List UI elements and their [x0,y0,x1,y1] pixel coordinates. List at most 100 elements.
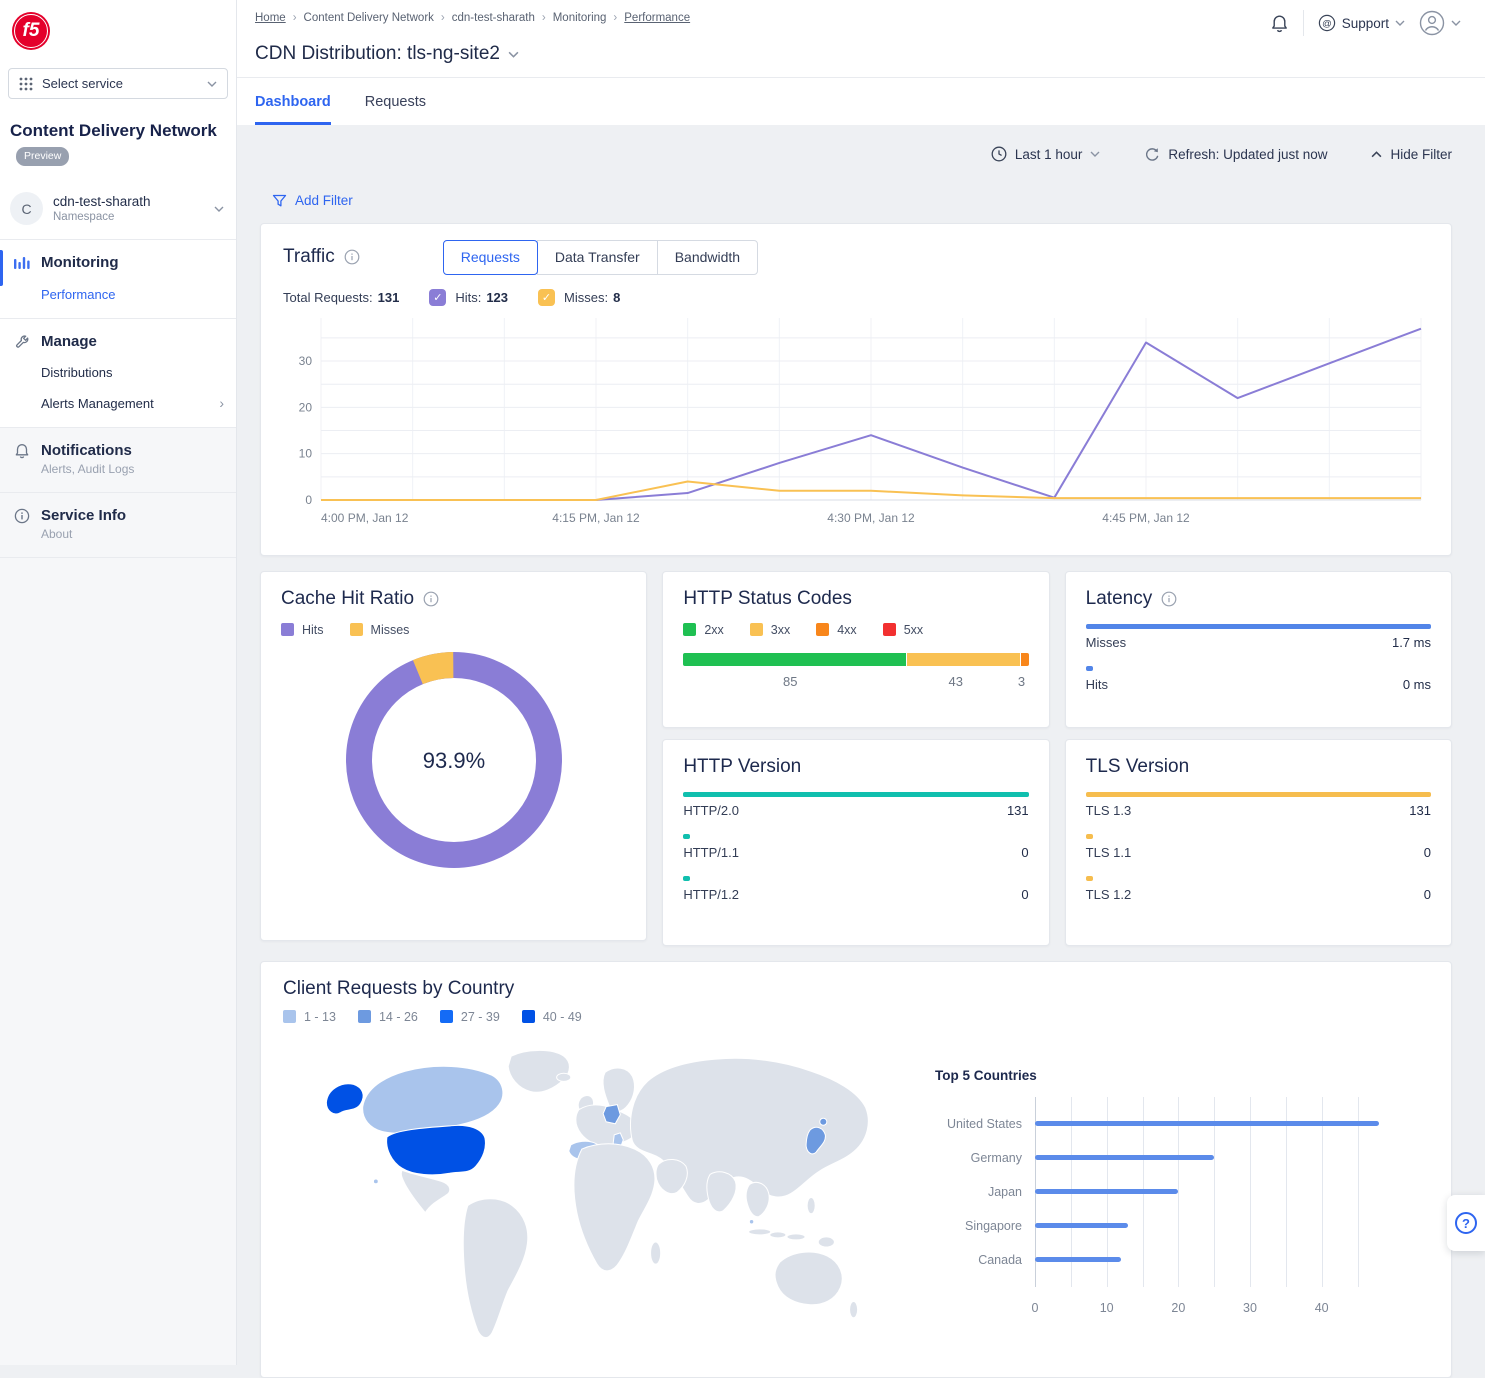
top5-row-germany: Germany [1035,1141,1379,1175]
help-button[interactable]: ? [1447,1195,1485,1251]
legend-swatch [281,623,294,636]
namespace-avatar: C [10,192,43,225]
sidebar-section-notifications[interactable]: Notifications Alerts, Audit Logs [0,428,236,493]
sidebar-item-service-info[interactable]: Service Info [14,507,224,524]
status-stacked-bar[interactable] [683,653,1028,666]
column-1: Cache Hit Ratio HitsMisses 93.9% [260,571,647,941]
hide-filter-button[interactable]: Hide Filter [1371,147,1452,162]
country-alaska [326,1083,363,1113]
breadcrumb-item[interactable]: Performance [624,12,690,24]
client-requests-by-country-card: Client Requests by Country 1 - 1314 - 26… [260,961,1452,1378]
traffic-mode-switcher: RequestsData TransferBandwidth [443,240,758,275]
country-indonesia-1 [749,1228,771,1234]
refresh-icon [1144,146,1160,162]
chevron-down-icon[interactable] [508,51,519,58]
breadcrumb-item[interactable]: Monitoring [553,12,607,24]
traffic-card-title: Traffic [283,246,335,268]
info-icon[interactable] [344,249,360,265]
info-icon[interactable] [423,591,439,607]
top5-bar-chart[interactable]: United StatesGermanyJapanSingaporeCanada [1035,1097,1379,1287]
bell-icon [1270,13,1289,33]
chevron-down-icon [214,206,224,212]
sidebar-item-alerts-management[interactable]: Alerts Management› [41,395,224,411]
tab-requests[interactable]: Requests [365,94,426,125]
meter-bar [683,792,1028,797]
notifications-bell-button[interactable] [1270,13,1289,33]
http-version-meters: HTTP/2.0131HTTP/1.10HTTP/1.20 [683,792,1028,902]
chevron-down-icon [207,81,217,87]
top5-axis-tick: 40 [1315,1301,1329,1315]
top5-label: United States [947,1117,1022,1131]
f5-logo[interactable]: f5 [12,12,50,50]
latency-card: Latency Misses1.7 msHits0 ms [1065,571,1452,728]
map-legend: 1 - 1314 - 2627 - 3940 - 49 [283,1010,1429,1024]
legend-item-misses: Misses [350,623,410,637]
f5-logo-text: f5 [23,20,40,42]
top5-axis-tick: 20 [1171,1301,1185,1315]
page-title: CDN Distribution: tls-ng-site2 [255,43,500,65]
page: f5 Select service Content Delivery Netwo… [0,0,1485,1365]
divider [1303,10,1304,36]
http-version-title: HTTP Version [683,756,801,778]
chevron-right-icon: › [219,395,224,411]
latency-meters: Misses1.7 msHits0 ms [1086,624,1431,692]
top5-column: Top 5 Countries United StatesGermanyJapa… [923,1028,1429,1352]
sidebar-item-manage[interactable]: Manage [14,333,224,350]
account-menu[interactable] [1419,10,1461,36]
misses-checkbox[interactable]: ✓ [538,289,555,306]
service-info-label: Service Info [41,507,126,524]
sidebar-item-notifications[interactable]: Notifications [14,442,224,459]
header-icons: @ Support [1270,10,1461,36]
legend-item-4xx: 4xx [816,623,856,637]
product-title-text: Content Delivery Network [10,121,217,140]
sidebar-item-monitoring[interactable]: Monitoring [14,254,224,271]
cache-donut-chart[interactable]: 93.9% [345,651,563,869]
breadcrumb-item[interactable]: Content Delivery Network [304,12,434,24]
traffic-mode-data-transfer[interactable]: Data Transfer [537,240,658,275]
world-map[interactable] [299,1044,885,1347]
status-value-2xx: 85 [683,674,897,689]
content: Last 1 hour Refresh: Updated just now Hi… [237,125,1485,1378]
breadcrumb-separator: › [542,12,546,24]
info-icon[interactable] [1161,591,1177,607]
sidebar-item-performance[interactable]: Performance [41,287,224,302]
meter-http-2-0: HTTP/2.0131 [683,792,1028,818]
hits-checkbox[interactable]: ✓ [429,289,446,306]
total-requests-stat: Total Requests:131 [283,290,399,305]
add-filter-button[interactable]: Add Filter [272,193,353,208]
cache-card-title: Cache Hit Ratio [281,588,414,610]
add-filter-label: Add Filter [295,193,353,208]
top5-row-united-states: United States [1035,1107,1379,1141]
http-version-card: HTTP Version HTTP/2.0131HTTP/1.10HTTP/1.… [662,739,1049,946]
legend-swatch [358,1010,371,1023]
breadcrumb-separator: › [293,12,297,24]
http-status-codes-card: HTTP Status Codes 2xx3xx4xx5xx 85433 [662,571,1049,728]
top5-title: Top 5 Countries [935,1068,1429,1083]
sidebar-section-service-info[interactable]: Service Info About [0,493,236,558]
time-range-selector[interactable]: Last 1 hour [991,146,1101,162]
meter-bar [1086,792,1431,797]
top5-label: Japan [988,1185,1022,1199]
traffic-mode-bandwidth[interactable]: Bandwidth [657,240,758,275]
service-info-subtitle: About [41,527,224,541]
breadcrumb-item[interactable]: Home [255,12,286,24]
user-avatar-icon [1419,10,1445,36]
title-block: Home › Content Delivery Network › cdn-test-s… [237,10,1485,78]
breadcrumb-item[interactable]: cdn-test-sharath [452,12,535,24]
sidebar-item-distributions[interactable]: Distributions [41,365,224,380]
top5-axis-tick: 10 [1100,1301,1114,1315]
tab-dashboard[interactable]: Dashboard [255,94,331,125]
top5-label: Germany [971,1151,1022,1165]
svg-text:30: 30 [299,354,313,368]
help-icon: ? [1455,1212,1477,1234]
traffic-line-chart[interactable]: 01020304:00 PM, Jan 124:15 PM, Jan 124:3… [283,312,1429,532]
support-menu[interactable]: @ Support [1318,14,1405,32]
column-2: HTTP Status Codes 2xx3xx4xx5xx 85433 HTT… [662,571,1049,946]
namespace-selector[interactable]: C cdn-test-sharath Namespace [0,182,236,240]
legend-swatch [683,623,696,636]
status-values: 85433 [683,674,1028,689]
refresh-button[interactable]: Refresh: Updated just now [1144,146,1327,162]
select-service-dropdown[interactable]: Select service [8,68,228,99]
traffic-mode-requests[interactable]: Requests [443,240,538,275]
legend-item-5xx: 5xx [883,623,923,637]
